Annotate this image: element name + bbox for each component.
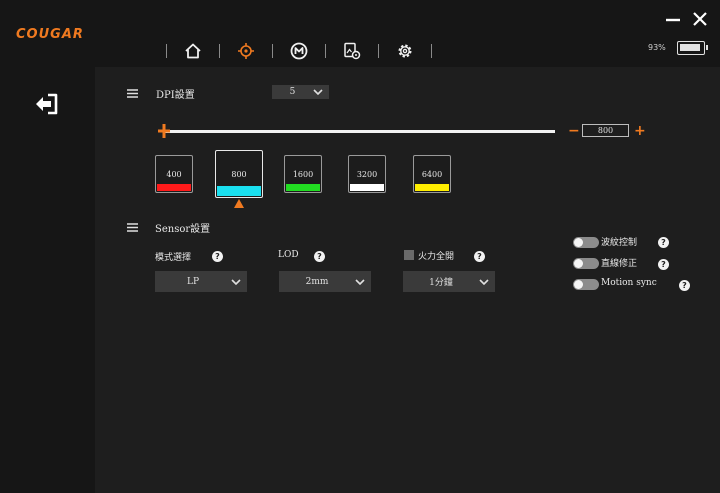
nav-mouse-settings-button[interactable] bbox=[234, 39, 258, 63]
mode-label: 模式選擇 bbox=[155, 253, 192, 263]
dpi-stages-value: 5 bbox=[289, 87, 296, 97]
minimize-icon bbox=[666, 18, 680, 22]
main-panel: DPI設置 5 − 800 + 400 800 1600 3200 6400 Senso… bbox=[95, 67, 720, 493]
mode-select[interactable]: LP bbox=[155, 271, 247, 292]
mode-value: LP bbox=[186, 276, 200, 287]
dpi-stage-color-bar bbox=[157, 184, 191, 191]
close-button[interactable] bbox=[690, 9, 710, 29]
nav-divider bbox=[431, 44, 432, 58]
dpi-slider-track[interactable] bbox=[163, 130, 555, 133]
battery-percent: 93% bbox=[648, 43, 666, 52]
fullspeed-select[interactable]: 1分鐘 bbox=[403, 271, 495, 292]
dpi-increase-button[interactable]: + bbox=[634, 124, 646, 138]
main-nav bbox=[152, 38, 446, 64]
top-bar: COUGAR 93% bbox=[0, 0, 720, 67]
mode-help-icon[interactable]: ? bbox=[212, 251, 223, 262]
lod-select[interactable]: 2mm bbox=[279, 271, 371, 292]
motion-sync-toggle[interactable] bbox=[573, 279, 599, 290]
nav-divider bbox=[325, 44, 326, 58]
ripple-control-label: 波紋控制 bbox=[601, 238, 638, 248]
list-icon bbox=[127, 223, 138, 232]
angle-snapping-toggle[interactable] bbox=[573, 258, 599, 269]
fullspeed-help-icon[interactable]: ? bbox=[474, 251, 485, 262]
dpi-stage-label: 3200 bbox=[356, 170, 378, 179]
ripple-control-toggle[interactable] bbox=[573, 237, 599, 248]
dpi-stage-label: 6400 bbox=[421, 170, 443, 179]
nav-divider bbox=[166, 44, 167, 58]
dpi-stage-color-bar bbox=[350, 184, 384, 191]
toggle-knob bbox=[574, 259, 583, 268]
back-button[interactable] bbox=[34, 93, 60, 115]
nav-divider bbox=[272, 44, 273, 58]
nav-divider bbox=[378, 44, 379, 58]
cougar-logo: COUGAR bbox=[16, 27, 84, 42]
nav-profile-button[interactable] bbox=[340, 39, 364, 63]
image-gear-icon bbox=[344, 42, 361, 60]
sensor-section-title: Sensor設置 bbox=[155, 224, 211, 235]
angle-snapping-label: 直線修正 bbox=[601, 259, 638, 269]
dpi-value-input[interactable]: 800 bbox=[582, 124, 629, 137]
chevron-down-icon bbox=[231, 278, 241, 285]
sidebar bbox=[0, 67, 95, 493]
dpi-stage-label: 800 bbox=[231, 170, 247, 179]
battery-tip bbox=[706, 45, 708, 50]
angle-snapping-help-icon[interactable]: ? bbox=[658, 259, 669, 270]
dpi-stage-5[interactable]: 6400 bbox=[413, 155, 451, 193]
minimize-button[interactable] bbox=[663, 9, 683, 29]
fullspeed-label: 火力全開 bbox=[418, 252, 455, 262]
selected-stage-indicator bbox=[234, 199, 244, 208]
macro-m-icon bbox=[290, 42, 308, 60]
lod-label: LOD bbox=[278, 250, 299, 260]
close-icon bbox=[693, 12, 707, 26]
crosshair-icon bbox=[238, 43, 254, 59]
dpi-stage-2[interactable]: 800 bbox=[215, 150, 263, 198]
gear-icon bbox=[398, 44, 412, 58]
dpi-stage-3[interactable]: 1600 bbox=[284, 155, 322, 193]
exit-arrow-icon bbox=[36, 93, 58, 115]
nav-macro-button[interactable] bbox=[287, 39, 311, 63]
ripple-control-help-icon[interactable]: ? bbox=[658, 237, 669, 248]
dpi-stage-color-bar bbox=[286, 184, 320, 191]
chevron-down-icon bbox=[313, 89, 323, 95]
dpi-stages-select[interactable]: 5 bbox=[272, 85, 329, 99]
nav-divider bbox=[219, 44, 220, 58]
chevron-down-icon bbox=[355, 278, 365, 285]
motion-sync-label: Motion sync bbox=[601, 278, 657, 288]
chevron-down-icon bbox=[479, 278, 489, 285]
dpi-stage-1[interactable]: 400 bbox=[155, 155, 193, 193]
dpi-stage-color-bar bbox=[415, 184, 449, 191]
toggle-knob bbox=[574, 280, 583, 289]
motion-sync-help-icon[interactable]: ? bbox=[679, 280, 690, 291]
dpi-stage-label: 400 bbox=[166, 170, 182, 179]
nav-home-button[interactable] bbox=[181, 39, 205, 63]
lod-help-icon[interactable]: ? bbox=[314, 251, 325, 262]
lod-value: 2mm bbox=[305, 276, 329, 287]
toggle-knob bbox=[574, 238, 583, 247]
fullspeed-checkbox[interactable] bbox=[404, 250, 414, 260]
dpi-section-title: DPI設置 bbox=[156, 90, 195, 101]
dpi-stage-color-bar bbox=[217, 186, 261, 196]
dpi-decrease-button[interactable]: − bbox=[568, 124, 580, 138]
dpi-slider-handle[interactable] bbox=[158, 124, 170, 138]
nav-settings-button[interactable] bbox=[393, 39, 417, 63]
list-icon bbox=[127, 89, 138, 98]
dpi-stage-label: 1600 bbox=[292, 170, 314, 179]
battery-icon bbox=[677, 41, 708, 55]
battery-level-fill bbox=[680, 44, 700, 51]
home-icon bbox=[185, 43, 201, 59]
fullspeed-value: 1分鐘 bbox=[429, 278, 453, 288]
dpi-stage-4[interactable]: 3200 bbox=[348, 155, 386, 193]
